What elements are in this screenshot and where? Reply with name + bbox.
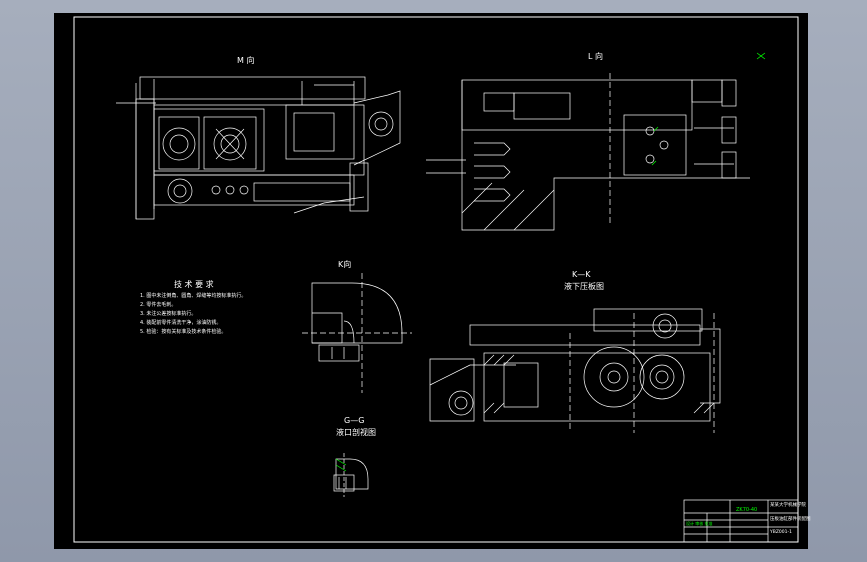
gg-section-title: G—G (344, 416, 365, 425)
tech-requirement-item: 3. 未注公差按标准执行。 (140, 311, 197, 317)
tech-requirements: 技 术 要 求 1. 图中未注倒角、圆角、焊缝等均按标准执行。 2. 零件去毛刺… (140, 281, 310, 335)
k-view-drawing (302, 273, 412, 393)
drawing-sheet[interactable]: M 向 L 向 K向 K—K 液下压板图 G—G 液口剖视图 技 术 要 求 1… (54, 13, 811, 549)
title-block-project-code: ZK70-40 (736, 507, 758, 513)
cad-viewer: M 向 L 向 K向 K—K 液下压板图 G—G 液口剖视图 技 术 要 求 1… (0, 0, 867, 562)
title-block-signatures: 设计 审核 批准 (686, 521, 713, 526)
k-view-title: K向 (338, 260, 352, 269)
tech-requirement-item: 4. 装配前零件清洗干净，涂油防锈。 (140, 320, 222, 326)
tech-requirement-item: 5. 检验：按有关标准及技术条件检验。 (140, 329, 227, 335)
north-marker (756, 52, 766, 60)
tech-requirements-title: 技 术 要 求 (174, 280, 214, 289)
m-view-drawing (116, 76, 401, 220)
kk-section-title: K—K (572, 270, 591, 279)
m-view-title: M 向 (237, 56, 255, 65)
title-block-drawing-no: YBZ001-1 (770, 530, 792, 535)
title-block-school: 某某大学机械学院 (770, 503, 806, 508)
gg-section-subtitle: 液口剖视图 (336, 428, 376, 437)
kk-section-drawing (429, 308, 721, 433)
title-block-drawing-name: 压板油缸部件装配图 (770, 517, 811, 522)
l-view-title: L 向 (588, 52, 603, 61)
gg-section-drawing (333, 453, 369, 497)
kk-section-subtitle: 液下压板图 (564, 282, 604, 291)
tech-requirement-item: 1. 图中未注倒角、圆角、焊缝等均按标准执行。 (140, 293, 247, 299)
tech-requirement-item: 2. 零件去毛刺。 (140, 302, 177, 308)
l-view-drawing (426, 73, 750, 231)
